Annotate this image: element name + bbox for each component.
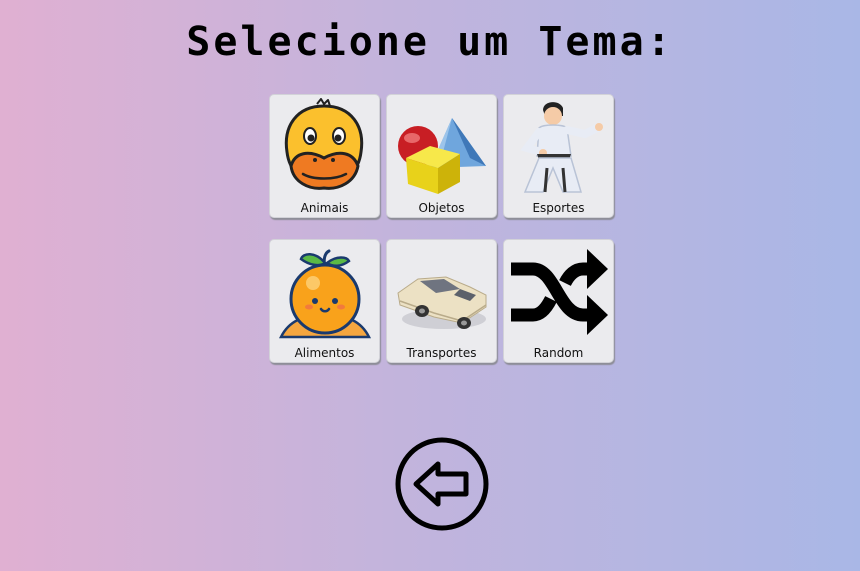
theme-card-label: Alimentos — [294, 346, 355, 360]
back-button[interactable] — [394, 436, 490, 532]
karate-icon — [520, 102, 603, 193]
theme-card-label: Transportes — [406, 346, 477, 360]
orange-icon — [278, 249, 372, 339]
theme-card-label: Esportes — [532, 201, 585, 215]
theme-grid: Animais Objetos Esportes Alimentos Trans… — [269, 94, 615, 363]
theme-card-objetos[interactable]: Objetos — [386, 94, 497, 218]
car-icon — [397, 276, 487, 329]
back-arrow-icon — [395, 437, 489, 531]
theme-card-label: Objetos — [418, 201, 465, 215]
theme-card-animais[interactable]: Animais — [269, 94, 380, 218]
duck-icon — [284, 98, 364, 190]
shapes-icon — [398, 118, 486, 194]
theme-card-esportes[interactable]: Esportes — [503, 94, 614, 218]
theme-card-alimentos[interactable]: Alimentos — [269, 239, 380, 363]
theme-card-random[interactable]: Random — [503, 239, 614, 363]
theme-card-label: Animais — [300, 201, 349, 215]
shuffle-icon — [511, 249, 608, 335]
page-title: Selecione um Tema: — [186, 19, 674, 65]
theme-card-transportes[interactable]: Transportes — [386, 239, 497, 363]
theme-card-label: Random — [533, 346, 584, 360]
